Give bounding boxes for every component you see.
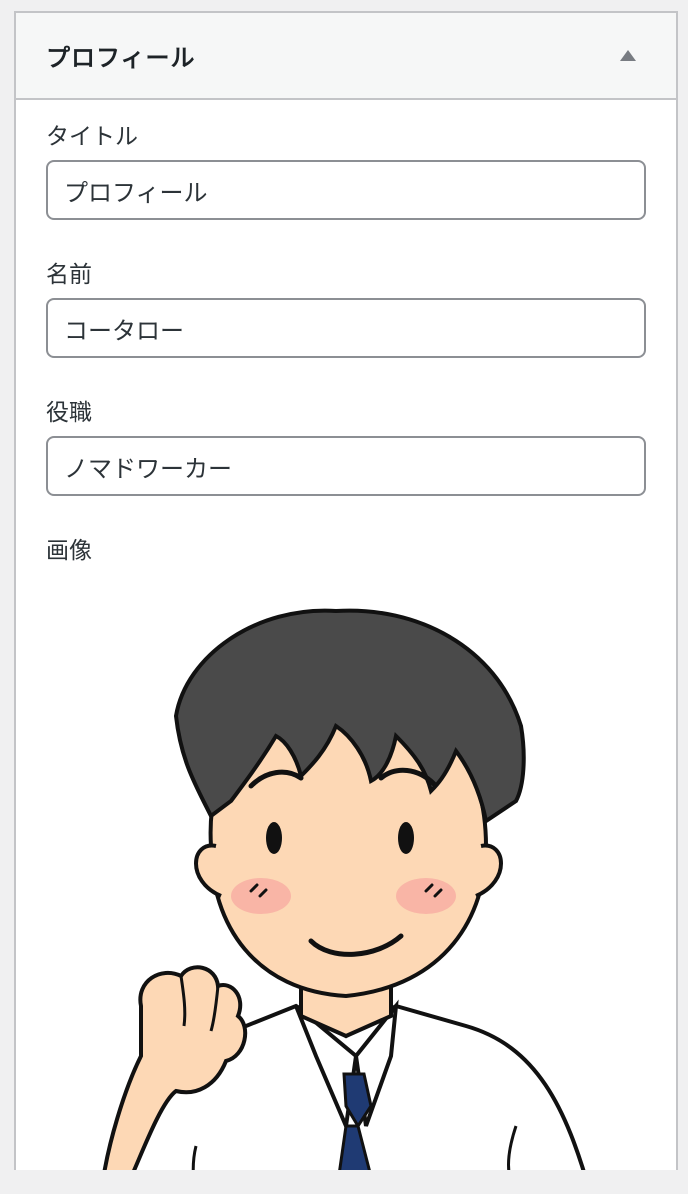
widget-form: タイトル 名前 役職 画像 [16, 100, 676, 1194]
position-field-label: 役職 [46, 400, 92, 426]
title-field-label: タイトル [46, 124, 138, 150]
image-field-label: 画像 [46, 538, 92, 564]
triangle-up-icon [620, 50, 636, 61]
collapse-toggle-button[interactable] [608, 36, 648, 76]
position-input[interactable] [46, 436, 646, 496]
name-input[interactable] [46, 298, 646, 358]
profile-image[interactable] [46, 586, 646, 1194]
widget-header[interactable]: プロフィール [16, 13, 676, 100]
widget-title: プロフィール [46, 44, 196, 72]
profile-widget-panel: プロフィール タイトル 名前 役職 画像 [14, 11, 678, 1194]
page-footer-strip [0, 1170, 688, 1194]
title-input[interactable] [46, 160, 646, 220]
avatar-illustration [99, 608, 593, 1194]
name-field-label: 名前 [46, 262, 92, 288]
